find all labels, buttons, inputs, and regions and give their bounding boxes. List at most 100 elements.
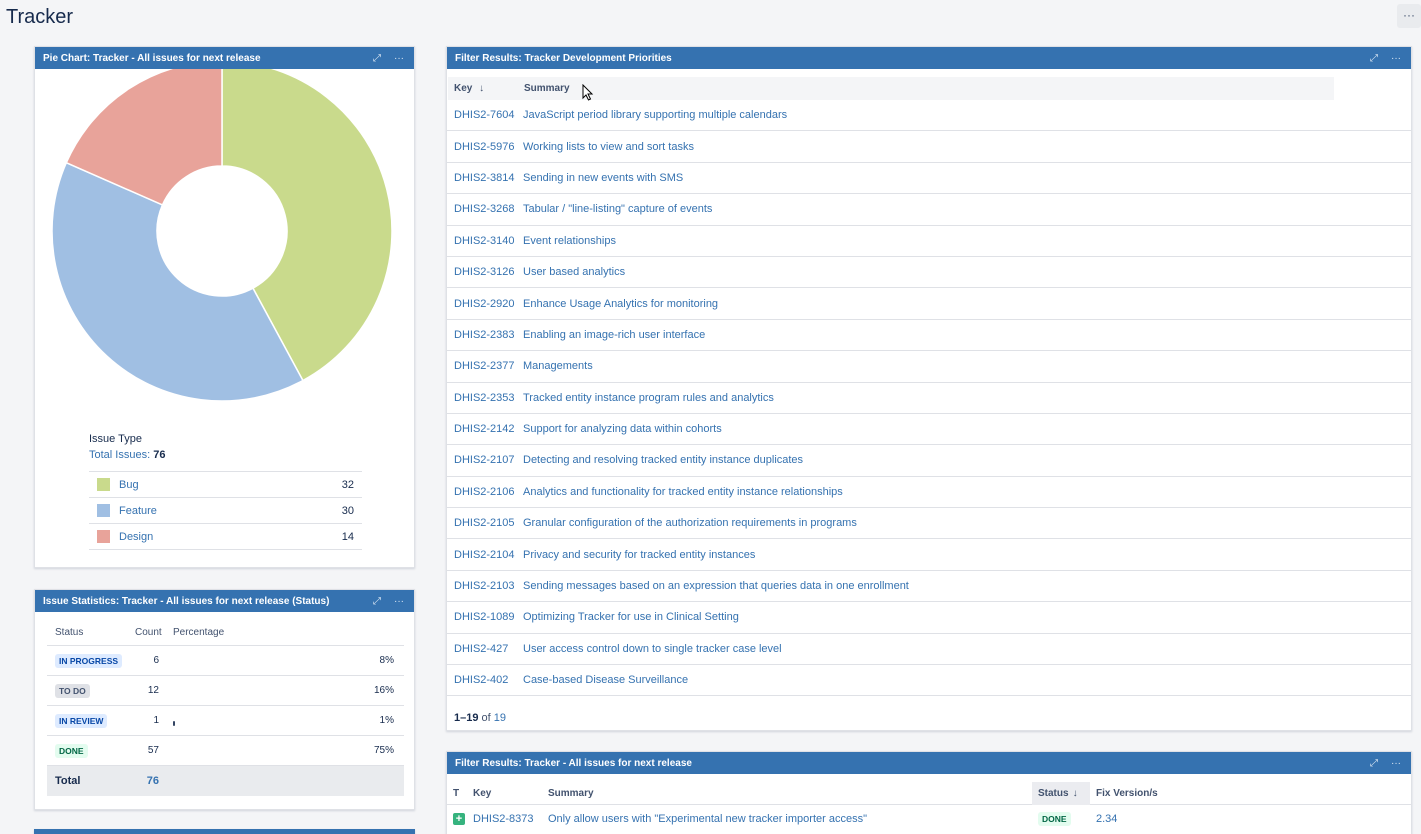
issue-key-link[interactable]: DHIS2-3140 xyxy=(447,235,523,247)
issue-key-link[interactable]: DHIS2-2353 xyxy=(447,392,523,404)
issue-summary-link[interactable]: Tabular / "line-listing" capture of even… xyxy=(523,203,1411,215)
issue-summary-link[interactable]: Working lists to view and sort tasks xyxy=(523,141,1411,153)
gadget-title: Filter Results: Tracker - All issues for… xyxy=(455,757,692,769)
issue-summary-link[interactable]: User based analytics xyxy=(523,266,1411,278)
legend-count: 14 xyxy=(341,530,354,543)
total-issues: Total Issues: 76 xyxy=(89,449,165,461)
header-summary[interactable]: Summary xyxy=(548,788,1032,799)
issue-summary-link[interactable]: Tracked entity instance program rules an… xyxy=(523,392,1411,404)
issue-key-link[interactable]: DHIS2-2920 xyxy=(447,298,523,310)
issue-key-link[interactable]: DHIS2-8373 xyxy=(473,813,548,825)
header-key[interactable]: Key xyxy=(473,788,548,799)
expand-icon[interactable]: ⤢ xyxy=(1367,758,1381,769)
new-feature-icon: + xyxy=(453,813,465,825)
issue-key-link[interactable]: DHIS2-2377 xyxy=(447,360,523,372)
stats-row: DONE 57 75% xyxy=(47,736,404,766)
issue-summary-link[interactable]: Enhance Usage Analytics for monitoring xyxy=(523,298,1411,310)
sort-down-icon: ↓ xyxy=(1072,787,1078,799)
issue-key-link[interactable]: DHIS2-3814 xyxy=(447,172,523,184)
status-lozenge[interactable]: TO DO xyxy=(55,683,90,698)
gadget-title: Filter Results: Tracker Development Prio… xyxy=(455,52,672,64)
status-count[interactable]: 57 xyxy=(135,745,173,756)
issue-summary-link[interactable]: Optimizing Tracker for use in Clinical S… xyxy=(523,611,1411,623)
status-percentage: 8% xyxy=(379,655,394,666)
expand-icon[interactable]: ⤢ xyxy=(370,596,384,607)
header-status[interactable]: Status ↓ xyxy=(1032,781,1090,805)
pager-range: 1–19 xyxy=(454,712,479,724)
more-icon[interactable]: ··· xyxy=(1389,53,1403,64)
issue-key-link[interactable]: DHIS2-7604 xyxy=(447,109,523,121)
issue-summary-link[interactable]: User access control down to single track… xyxy=(523,643,1411,655)
issue-key-link[interactable]: DHIS2-2107 xyxy=(447,454,523,466)
issue-summary-link[interactable]: JavaScript period library supporting mul… xyxy=(523,109,1411,121)
issue-summary-link[interactable]: Detecting and resolving tracked entity i… xyxy=(523,454,1411,466)
legend-title: Issue Type xyxy=(89,433,142,445)
legend-row: Feature 30 xyxy=(89,498,362,524)
issue-summary-link[interactable]: Event relationships xyxy=(523,235,1411,247)
issue-key-link[interactable]: DHIS2-3126 xyxy=(447,266,523,278)
issue-summary-link[interactable]: Sending in new events with SMS xyxy=(523,172,1411,184)
status-lozenge[interactable]: IN PROGRESS xyxy=(55,653,123,668)
legend-label-design[interactable]: Design xyxy=(119,531,322,543)
issue-key-link[interactable]: DHIS2-2103 xyxy=(447,580,523,592)
issue-key-link[interactable]: DHIS2-2105 xyxy=(447,517,523,529)
issue-summary-link[interactable]: Managements xyxy=(523,360,1411,372)
header-fix-version[interactable]: Fix Version/s xyxy=(1090,788,1411,799)
header-type[interactable]: T xyxy=(447,788,473,799)
issue-key-link[interactable]: DHIS2-402 xyxy=(447,674,523,686)
issue-summary-link[interactable]: Support for analyzing data within cohort… xyxy=(523,423,1411,435)
fix-version-link[interactable]: 2.34 xyxy=(1090,813,1411,825)
status-lozenge[interactable]: IN REVIEW xyxy=(55,713,108,728)
table-row: DHIS2-3140 Event relationships xyxy=(447,226,1411,257)
issue-summary-link[interactable]: Enabling an image-rich user interface xyxy=(523,329,1411,341)
issue-summary-link[interactable]: Sending messages based on an expression … xyxy=(523,580,1411,592)
status-lozenge[interactable]: DONE xyxy=(55,743,88,758)
legend-table: Bug 32 Feature 30 Design 14 xyxy=(89,471,362,550)
expand-icon[interactable]: ⤢ xyxy=(370,53,384,64)
page-more-button[interactable]: ··· xyxy=(1397,4,1421,28)
issue-key-link[interactable]: DHIS2-2104 xyxy=(447,549,523,561)
expand-icon[interactable]: ⤢ xyxy=(1367,53,1381,64)
issue-summary-link[interactable]: Analytics and functionality for tracked … xyxy=(523,486,1411,498)
header-count: Count xyxy=(135,627,162,638)
gadget-title: Issue Statistics: Tracker - All issues f… xyxy=(43,595,330,607)
issue-key-link[interactable]: DHIS2-1089 xyxy=(447,611,523,623)
legend-label-bug[interactable]: Bug xyxy=(119,479,322,491)
more-icon[interactable]: ··· xyxy=(392,53,406,64)
header-status: Status xyxy=(55,627,84,638)
issue-key-link[interactable]: DHIS2-3268 xyxy=(447,203,523,215)
total-value[interactable]: 76 xyxy=(135,775,173,787)
stats-header-row: Status Count Percentage xyxy=(47,620,404,646)
legend-label-feature[interactable]: Feature xyxy=(119,505,322,517)
header-key[interactable]: Key ↓ xyxy=(448,83,524,94)
table-row: DHIS2-5976 Working lists to view and sort… xyxy=(447,131,1411,163)
issue-key-link[interactable]: DHIS2-2142 xyxy=(447,423,523,435)
status-count[interactable]: 12 xyxy=(135,685,173,696)
issue-key-link[interactable]: DHIS2-2106 xyxy=(447,486,523,498)
issue-summary-link[interactable]: Only allow users with "Experimental new … xyxy=(548,813,1032,825)
table-row: DHIS2-427 User access control down to sin… xyxy=(447,634,1411,666)
more-icon[interactable]: ··· xyxy=(1389,758,1403,769)
stats-row: IN PROGRESS 6 8% xyxy=(47,646,404,676)
issue-summary-link[interactable]: Granular configuration of the authorizat… xyxy=(523,517,1411,529)
issue-key-link[interactable]: DHIS2-2383 xyxy=(447,329,523,341)
table-row: DHIS2-402 Case-based Disease Surveillance xyxy=(447,665,1411,697)
status-percentage: 1% xyxy=(379,715,394,726)
table-header: Key ↓ Summary xyxy=(448,77,1334,100)
more-icon[interactable]: ··· xyxy=(392,596,406,607)
header-summary[interactable]: Summary xyxy=(524,83,1334,94)
issue-key-link[interactable]: DHIS2-5976 xyxy=(447,141,523,153)
issue-summary-link[interactable]: Case-based Disease Surveillance xyxy=(523,674,1411,686)
issue-summary-link[interactable]: Privacy and security for tracked entity … xyxy=(523,549,1411,561)
issue-key-link[interactable]: DHIS2-427 xyxy=(447,643,523,655)
table-row: DHIS2-2104 Privacy and security for track… xyxy=(447,539,1411,571)
legend-count: 30 xyxy=(341,504,354,517)
status-count[interactable]: 6 xyxy=(135,655,173,666)
table-row: DHIS2-2107 Detecting and resolving tracke… xyxy=(447,445,1411,477)
stats-row: IN REVIEW 1 1% xyxy=(47,706,404,736)
gadget-title: Pie Chart: Tracker - All issues for next… xyxy=(43,52,261,64)
table-row: DHIS2-2377 Managements xyxy=(447,351,1411,383)
gadget-header: Issue Statistics: Tracker - All issues f… xyxy=(35,590,414,612)
pager-total[interactable]: 19 xyxy=(494,712,506,724)
status-count[interactable]: 1 xyxy=(135,715,173,726)
